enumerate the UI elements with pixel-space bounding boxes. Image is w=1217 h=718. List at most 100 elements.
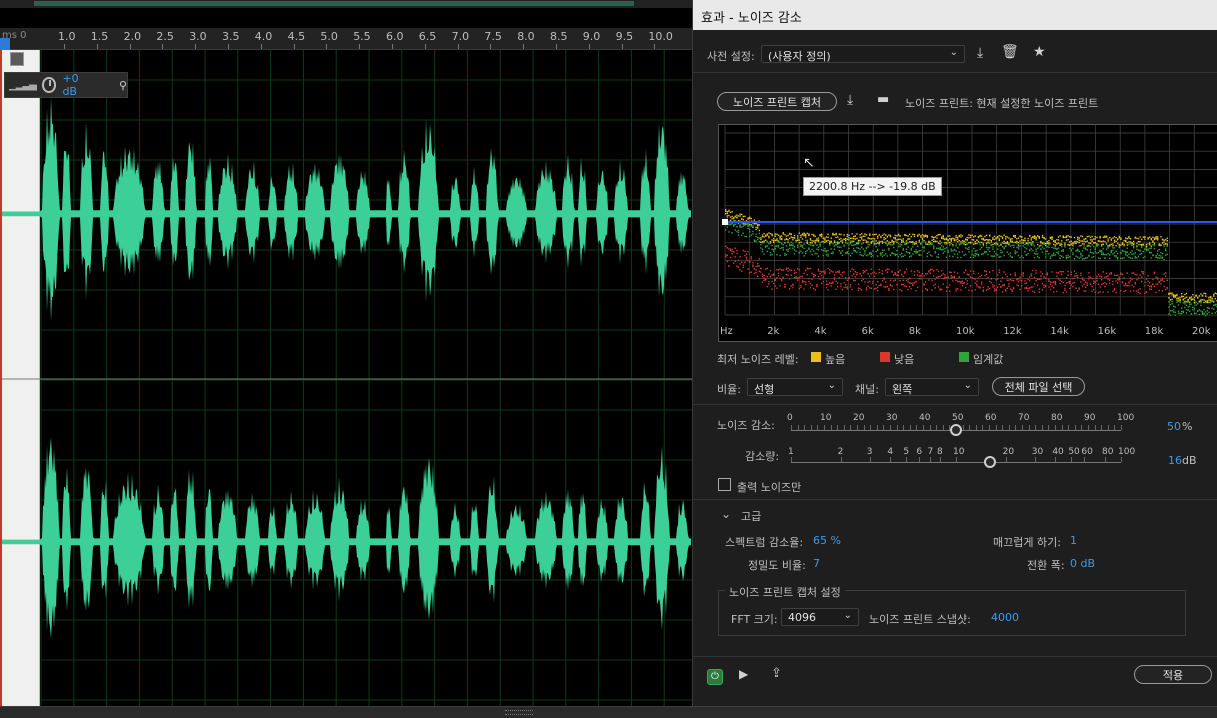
noise-dot-threshold — [777, 240, 780, 242]
noise-dot-threshold — [1064, 242, 1066, 245]
export-icon[interactable]: ⇪ — [771, 666, 782, 681]
fft-size-select[interactable]: 4096 ⌄ — [781, 608, 859, 626]
noise-dot-low — [835, 271, 837, 274]
save-noise-print-icon[interactable]: ⤓ — [847, 92, 853, 108]
noise-dot-low — [881, 280, 884, 282]
noise-dot-threshold — [1195, 301, 1197, 303]
slider-tick — [890, 457, 892, 462]
slider-tick — [940, 457, 941, 462]
noise-dot-threshold — [976, 249, 978, 252]
smoothing-value[interactable]: 1 — [1070, 534, 1077, 547]
noise-dot-threshold — [1141, 246, 1143, 249]
noise-dot-high — [1120, 238, 1122, 241]
spectral-decay-value[interactable]: 65 % — [813, 534, 841, 547]
chevron-down-icon[interactable]: ⌄ — [721, 507, 731, 521]
volume-knob-icon[interactable] — [41, 77, 57, 93]
waveform-editor[interactable]: ms 0 1.0 1.5 2.0 2.5 3.0 3.5 4.0 4.5 5.0 5.5 6.0 6.… — [0, 0, 692, 718]
noise-dot-high — [725, 213, 727, 215]
noise-dot-high — [797, 239, 799, 242]
noise-dot-low — [1128, 285, 1130, 287]
noise-dot-low — [800, 286, 802, 288]
channel-select[interactable]: 왼쪽 ⌄ — [885, 378, 979, 396]
noise-dot-low — [909, 282, 911, 284]
noise-dot-threshold — [728, 231, 730, 233]
open-folder-icon[interactable]: ▬ — [877, 92, 889, 107]
favorite-star-icon[interactable]: ★ — [1033, 44, 1046, 60]
noise-dot-high — [1099, 240, 1101, 242]
noise-dot-threshold — [1133, 246, 1135, 249]
panel-titlebar[interactable]: 효과 - 노이즈 감소 — [693, 0, 1217, 30]
delete-preset-icon[interactable]: 🗑 — [1001, 44, 1019, 60]
noise-dot-low — [886, 268, 888, 270]
noise-dot-high — [1177, 300, 1180, 302]
noise-dot-low — [853, 268, 855, 271]
noise-dot-threshold — [774, 247, 776, 249]
reduce-by-value[interactable]: 16 — [1168, 454, 1182, 467]
noise-print-graph[interactable]: ↖ 2200.8 Hz --> -19.8 dB — [718, 124, 1217, 342]
noise-dot-low — [1080, 281, 1082, 283]
noise-dot-threshold — [1195, 304, 1197, 306]
noise-dot-low — [1083, 290, 1085, 292]
preset-select[interactable]: (사용자 정의) ⌄ — [761, 45, 965, 63]
advanced-header[interactable]: 고급 — [741, 508, 761, 524]
noise-reduction-value[interactable]: 50 — [1167, 420, 1181, 433]
output-noise-only-checkbox[interactable] — [718, 478, 731, 491]
waveform-canvas[interactable] — [0, 50, 692, 712]
noise-dot-low — [814, 289, 816, 291]
playhead-marker[interactable] — [0, 38, 10, 50]
resize-grip[interactable] — [505, 710, 533, 715]
precision-value[interactable]: 7 — [813, 557, 820, 570]
noise-dot-low — [1163, 280, 1165, 283]
noise-dot-high — [1043, 237, 1045, 240]
snapshots-value[interactable]: 4000 — [991, 611, 1019, 624]
noise-dot-low — [857, 289, 860, 291]
frequency-axis-label: 4k — [814, 326, 827, 337]
noise-dot-low — [795, 271, 797, 274]
noise-dot-high — [1117, 242, 1119, 245]
power-icon[interactable]: ⏻ — [707, 669, 723, 685]
noise-dot-high — [777, 234, 780, 237]
time-ruler[interactable]: ms 0 1.0 1.5 2.0 2.5 3.0 3.5 4.0 4.5 5.0 5.5 6.0 6.… — [0, 28, 692, 50]
volume-value[interactable]: +0 dB — [62, 72, 92, 98]
play-icon[interactable]: ▶ — [739, 667, 748, 681]
noise-dot-high — [1105, 235, 1108, 238]
noise-dot-low — [1085, 281, 1087, 283]
frequency-axis-label: 18k — [1144, 326, 1164, 337]
noise-dot-high — [1147, 237, 1149, 239]
transition-value[interactable]: 0 dB — [1070, 557, 1095, 570]
save-preset-icon[interactable]: ⤓ — [977, 45, 983, 61]
noise-dot-high — [993, 243, 996, 245]
apply-button[interactable]: 적용 — [1134, 665, 1212, 684]
pin-icon[interactable]: ⚲ — [119, 79, 127, 92]
noise-dot-low — [726, 260, 728, 263]
noise-dot-low — [995, 289, 997, 292]
noise-dot-high — [1072, 243, 1074, 245]
noise-dot-high — [1192, 294, 1194, 296]
noise-dot-low — [1053, 291, 1055, 293]
slider-tick-label: 100 — [1118, 447, 1136, 457]
noise-dot-threshold — [1067, 254, 1069, 257]
noise-dot-threshold — [873, 243, 876, 246]
ruler-tick-label: 8.5 — [550, 30, 568, 43]
noise-dot-low — [1088, 275, 1090, 278]
select-entire-file-button[interactable]: 전체 파일 선택 — [992, 377, 1085, 396]
noise-dot-high — [918, 239, 920, 242]
overview-strip[interactable] — [0, 0, 692, 8]
track-toggle[interactable] — [10, 52, 24, 66]
chevron-down-icon: ⌄ — [843, 610, 852, 621]
noise-dot-threshold — [737, 231, 740, 234]
scale-select[interactable]: 선형 ⌄ — [747, 378, 843, 396]
slider-tick — [797, 425, 799, 430]
capture-noise-print-button[interactable]: 노이즈 프린트 캡처 — [717, 92, 837, 111]
reduce-by-thumb[interactable] — [983, 456, 996, 468]
noise-dot-high — [827, 239, 829, 242]
noise-reduction-thumb[interactable] — [950, 424, 962, 436]
noise-dot-threshold — [838, 242, 840, 244]
noise-dot-threshold — [1182, 302, 1184, 304]
noise-dot-threshold — [1181, 310, 1183, 313]
noise-dot-high — [760, 238, 762, 241]
noise-dot-low — [742, 249, 744, 252]
noise-dot-high — [776, 233, 778, 235]
overview-bar[interactable] — [34, 1, 634, 6]
noise-dot-high — [1125, 237, 1127, 239]
